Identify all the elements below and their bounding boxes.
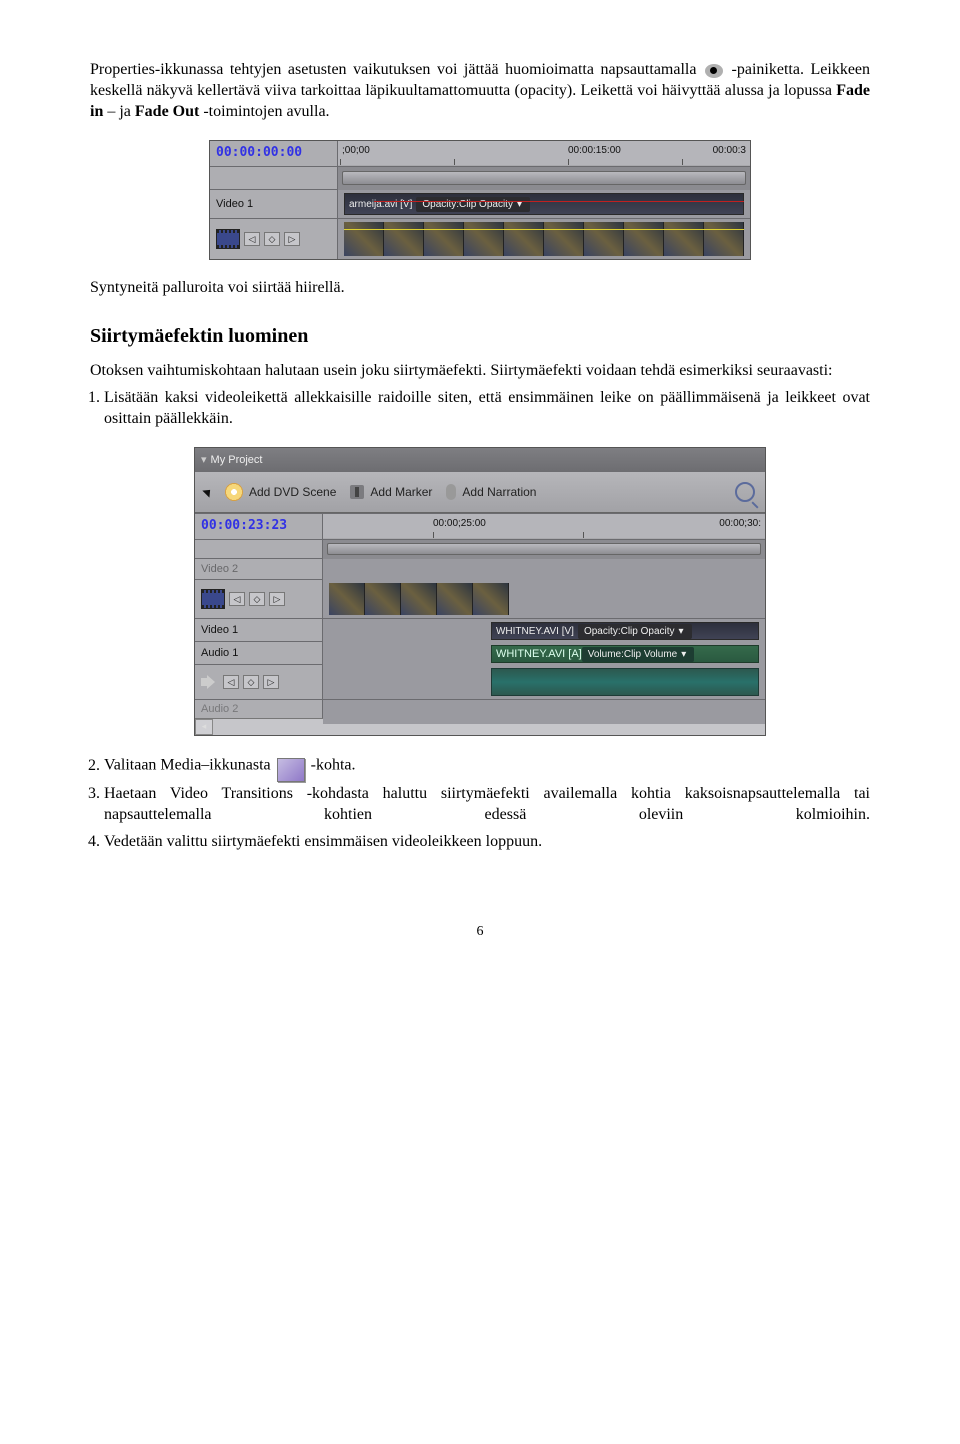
track-tool-1[interactable]: ◁ (244, 232, 260, 246)
track-tool[interactable]: ◇ (249, 592, 265, 606)
time-ruler-2[interactable]: 00:00;25:00 00:00;30: (323, 514, 765, 538)
zoom-icon[interactable] (735, 482, 755, 502)
track-header-video2-ctrl: ◁ ◇ ▷ (195, 580, 323, 618)
video-clip-armeija[interactable]: armeija.avi [V] Opacity:Clip Opacity ▾ (344, 193, 744, 215)
clip-property-dropdown[interactable]: Volume:Clip Volume ▾ (582, 647, 695, 662)
timeline-screenshot-2: ▾ My Project Add DVD Scene Add Marker Ad… (194, 447, 766, 736)
playhead-line (374, 201, 744, 202)
audio-clip-whitney[interactable]: WHITNEY.AVI [A] Volume:Clip Volume ▾ (491, 645, 759, 663)
chevron-down-icon: ▾ (679, 625, 684, 638)
track-header-audio1-ctrl: ◁ ◇ ▷ (195, 665, 323, 699)
opacity-rubberband[interactable] (344, 229, 744, 230)
add-narration-button[interactable]: Add Narration (446, 484, 536, 500)
timeline-toolbar: Add DVD Scene Add Marker Add Narration (195, 472, 765, 513)
selection-tool-icon[interactable] (202, 487, 213, 498)
time-ruler[interactable]: ;00;00 00:00:15:00 00:00:3 (338, 141, 750, 165)
track-tool-3[interactable]: ▷ (284, 232, 300, 246)
work-area-bar-2[interactable] (327, 543, 761, 555)
add-dvd-scene-button[interactable]: Add DVD Scene (225, 483, 336, 501)
timecode-display-2[interactable]: 00:00:23:23 (195, 514, 323, 539)
step-2: Valitaan Media–ikkunasta -kohta. (104, 754, 870, 778)
track-header-video1[interactable]: Video 1 (210, 190, 338, 218)
microphone-icon (446, 484, 456, 500)
speaker-icon (201, 674, 219, 690)
video-clip-whitney[interactable]: WHITNEY.AVI [V] Opacity:Clip Opacity ▾ (491, 622, 759, 640)
step-1: Lisätään kaksi videoleikettä allekkaisil… (104, 388, 870, 430)
clip-property-dropdown[interactable]: Opacity:Clip Opacity ▾ (578, 624, 692, 639)
track-header-audio2[interactable]: Audio 2 (195, 700, 323, 718)
scroll-left-button[interactable]: ◂ (195, 719, 213, 735)
marker-icon (350, 485, 364, 499)
paragraph-1: Properties-ikkunassa tehtyjen asetusten … (90, 60, 870, 122)
track-tool[interactable]: ◁ (223, 675, 239, 689)
filmstrip-icon (201, 589, 225, 609)
track-tool[interactable]: ◁ (229, 592, 245, 606)
clip-thumbnail-strip[interactable] (344, 222, 744, 256)
project-panel-header[interactable]: ▾ My Project (195, 448, 765, 472)
collapse-triangle-icon[interactable]: ▾ (201, 453, 207, 467)
timecode-display[interactable]: 00:00:00:00 (210, 141, 338, 166)
chevron-down-icon: ▾ (681, 648, 686, 661)
steps-list-cont: Valitaan Media–ikkunasta -kohta. Haetaan… (104, 754, 870, 852)
step-4: Vedetään valittu siirtymäefekti ensimmäi… (104, 832, 870, 853)
fade-out-term: Fade Out (135, 103, 199, 120)
clip-property-dropdown[interactable]: Opacity:Clip Opacity ▾ (416, 197, 530, 212)
track-controls: ◁ ◇ ▷ (210, 219, 338, 259)
add-marker-button[interactable]: Add Marker (350, 485, 432, 501)
track-tool-2[interactable]: ◇ (264, 232, 280, 246)
step-3: Haetaan Video Transitions -kohdasta halu… (104, 784, 870, 826)
clip-thumbnail-strip-v2[interactable] (329, 583, 509, 615)
track-header-audio1[interactable]: Audio 1 (195, 642, 323, 664)
page-number: 6 (90, 923, 870, 941)
work-area-bar[interactable] (342, 171, 746, 185)
steps-list: Lisätään kaksi videoleikettä allekkaisil… (104, 388, 870, 430)
project-title: My Project (211, 453, 263, 467)
track-tool[interactable]: ▷ (269, 592, 285, 606)
dvd-icon (225, 483, 243, 501)
track-tool[interactable]: ▷ (263, 675, 279, 689)
track-tool[interactable]: ◇ (243, 675, 259, 689)
paragraph-3: Otoksen vaihtumiskohtaan halutaan usein … (90, 361, 870, 382)
eye-toggle-icon (705, 64, 723, 78)
chevron-down-icon: ▾ (517, 198, 522, 211)
paragraph-2: Syntyneitä palluroita voi siirtää hiirel… (90, 278, 870, 299)
timeline-screenshot-1: 00:00:00:00 ;00;00 00:00:15:00 00:00:3 V… (209, 140, 751, 260)
audio-waveform[interactable] (491, 668, 759, 696)
filmstrip-icon (216, 229, 240, 249)
heading-transition: Siirtymäefektin luominen (90, 323, 870, 349)
track-header-video2[interactable]: Video 2 (195, 559, 323, 579)
track-header-video1b[interactable]: Video 1 (195, 619, 323, 641)
transitions-palette-icon (277, 758, 305, 782)
